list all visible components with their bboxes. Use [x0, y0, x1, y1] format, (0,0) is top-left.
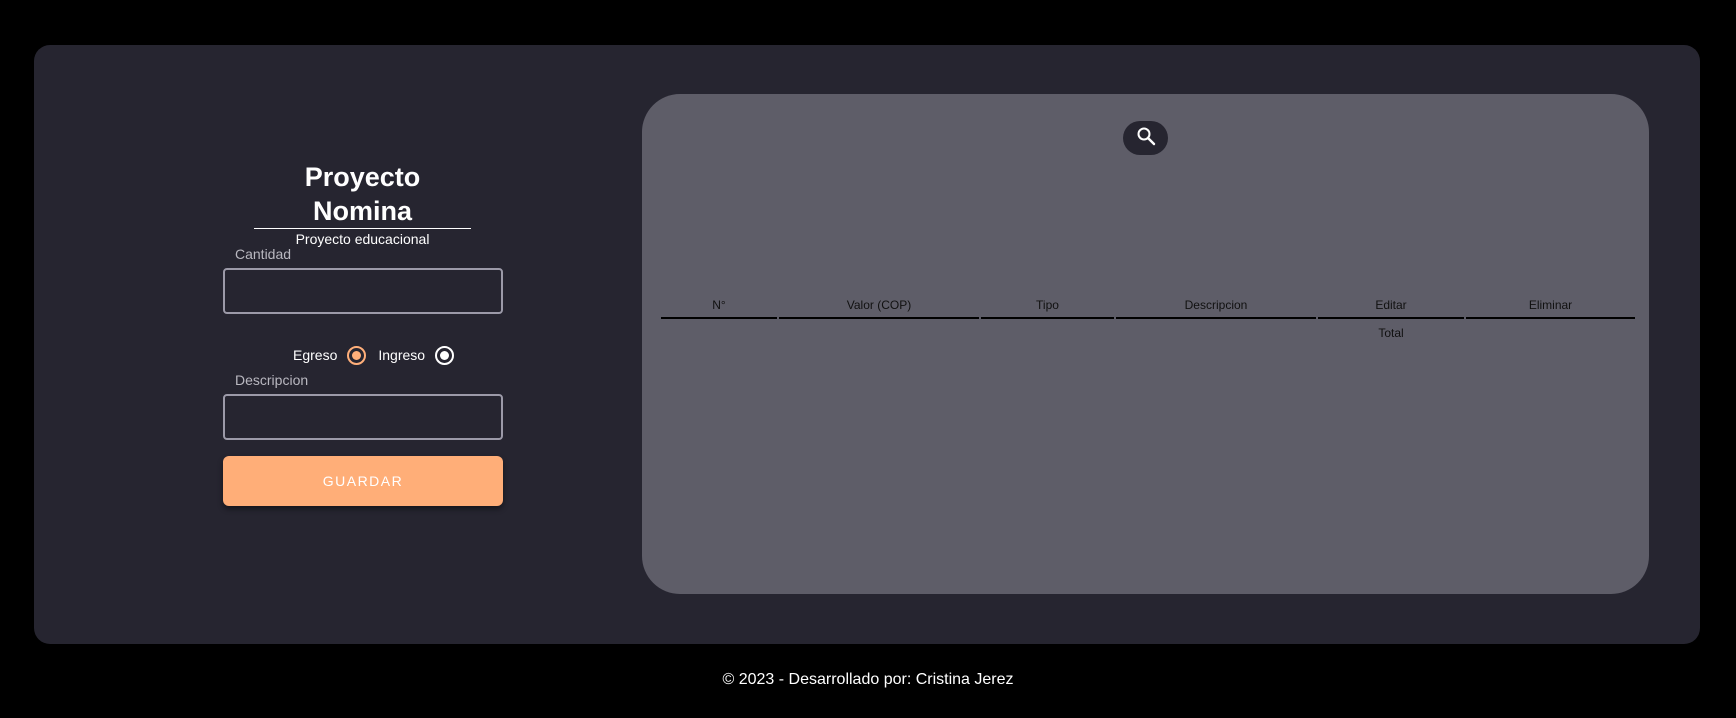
cantidad-input[interactable] [223, 268, 503, 314]
radio-label-egreso: Egreso [293, 347, 338, 363]
radio-ingreso[interactable] [435, 345, 455, 365]
search-button[interactable] [1123, 121, 1168, 155]
descripcion-input[interactable] [223, 394, 503, 440]
column-header-descripcion: Descripcion [1116, 292, 1316, 319]
brand-header: Proyecto Nomina Proyecto educacional [254, 160, 471, 248]
footer-credit: © 2023 - Desarrollado por: Cristina Jere… [722, 671, 1014, 688]
total-label: Total [1378, 326, 1404, 340]
column-header-editar: Editar [1318, 292, 1464, 319]
column-header-eliminar: Eliminar [1466, 292, 1635, 319]
table-total-row: Total [661, 319, 1635, 347]
descripcion-label: Descripcion [235, 372, 309, 388]
radio-label-ingreso: Ingreso [378, 347, 426, 363]
save-button[interactable]: GUARDAR [223, 456, 503, 506]
radio-egreso[interactable] [347, 345, 367, 365]
app-title: Proyecto Nomina [254, 160, 471, 229]
search-icon [1136, 126, 1156, 151]
column-header-number: N° [661, 292, 777, 319]
transactions-table: N° Valor (COP) Tipo Descripcion Editar E… [659, 292, 1637, 347]
cantidad-label: Cantidad [235, 246, 292, 262]
column-header-valor: Valor (COP) [779, 292, 979, 319]
table-header-row: N° Valor (COP) Tipo Descripcion Editar E… [661, 292, 1635, 319]
column-header-tipo: Tipo [981, 292, 1114, 319]
tipo-radio-group: Egreso Ingreso [293, 344, 466, 366]
